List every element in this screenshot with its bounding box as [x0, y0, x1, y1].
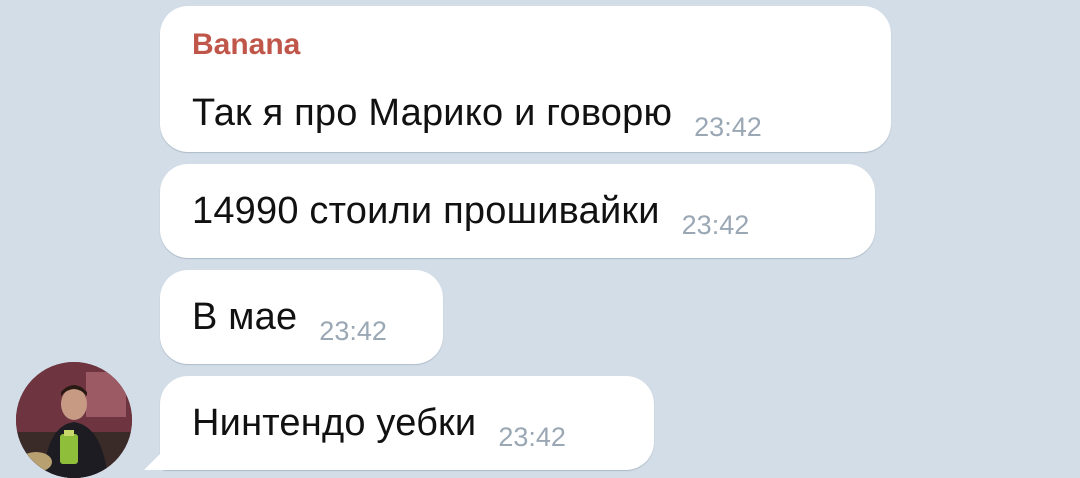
- avatar-photo-icon: [16, 362, 132, 478]
- message-bubble[interactable]: Нинтендо уебки 23:42: [160, 376, 654, 470]
- message-time: 23:42: [498, 421, 566, 452]
- message-time: 23:42: [681, 209, 750, 240]
- message-time: 23:42: [319, 315, 387, 346]
- user-photo-avatar[interactable]: [16, 362, 132, 478]
- message-bubble[interactable]: Banana Так я про Марико и говорю 23:42: [160, 6, 891, 152]
- message-text: Нинтендо уебки: [192, 401, 477, 444]
- chat-area[interactable]: Banana Так я про Марико и говорю 23:42 1…: [0, 0, 1080, 478]
- message-text: 14990 стоили прошивайки: [192, 189, 660, 232]
- sender-name[interactable]: Banana: [192, 28, 300, 62]
- message-text: В мае: [192, 295, 298, 338]
- message-bubble[interactable]: В мае 23:42: [160, 270, 443, 364]
- message-text: Так я про Марико и говорю: [192, 92, 673, 134]
- message-time: 23:42: [694, 112, 762, 142]
- message-bubble[interactable]: 14990 стоили прошивайки 23:42: [160, 164, 875, 258]
